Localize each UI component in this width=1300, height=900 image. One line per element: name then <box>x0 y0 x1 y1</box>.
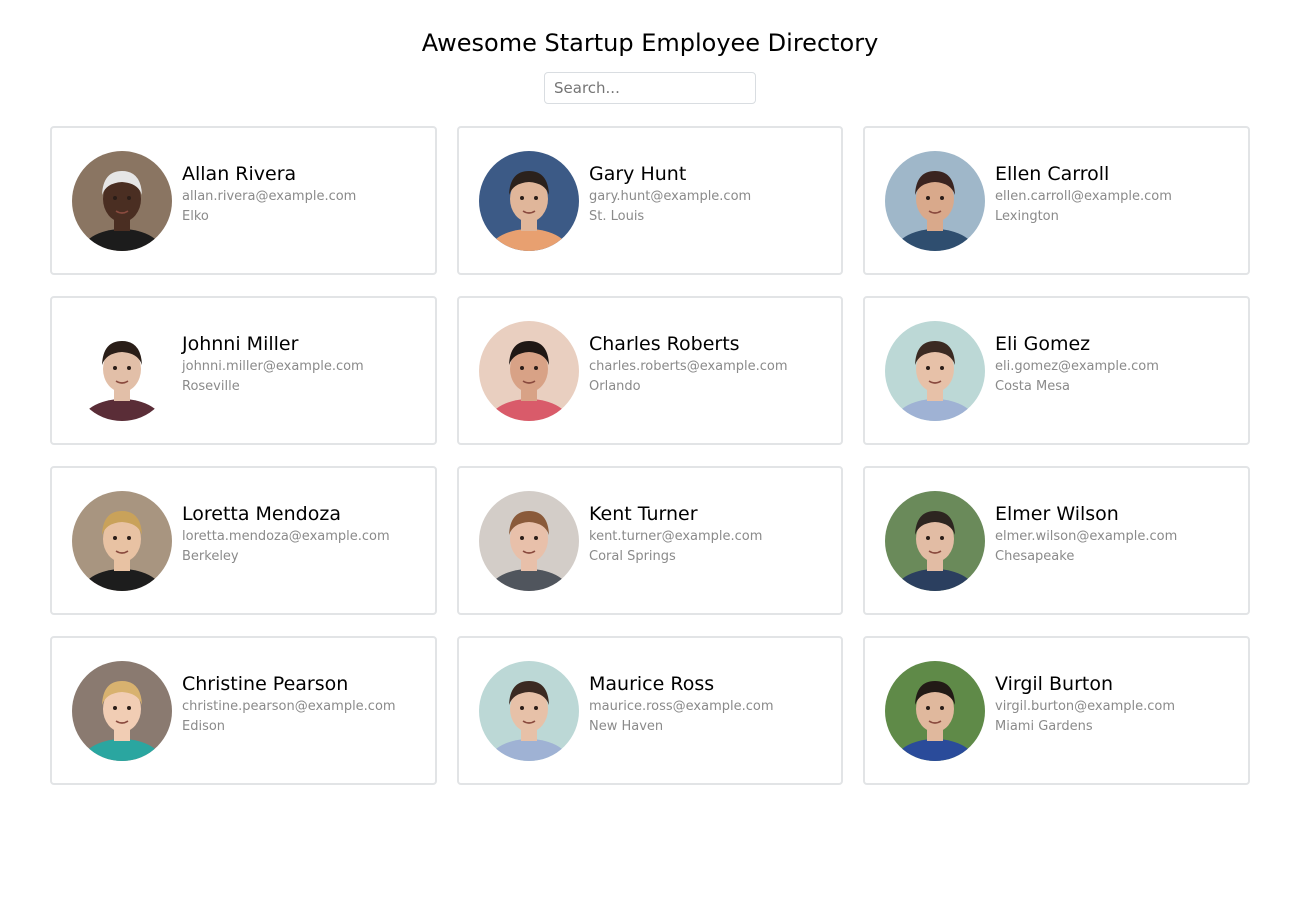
employee-name: Eli Gomez <box>995 332 1091 355</box>
employee-info: Ellen Carroll ellen.carroll@example.com Le… <box>995 161 1172 227</box>
employee-city: Chesapeake <box>995 548 1075 564</box>
employee-avatar <box>479 490 579 591</box>
employee-avatar <box>885 490 985 591</box>
search-container <box>0 72 1300 106</box>
employee-email[interactable]: charles.roberts@example.com <box>589 357 788 377</box>
employee-city: Lexington <box>995 208 1059 224</box>
employee-city: Roseville <box>182 378 240 394</box>
employee-email[interactable]: gary.hunt@example.com <box>589 187 751 207</box>
employee-avatar <box>72 320 172 421</box>
employee-email[interactable]: kent.turner@example.com <box>589 527 762 547</box>
employee-card[interactable]: Eli Gomez eli.gomez@example.com Costa Mesa <box>863 296 1250 445</box>
employee-card[interactable]: Virgil Burton virgil.burton@example.com Mi… <box>863 636 1250 785</box>
employee-avatar <box>885 660 985 761</box>
employee-info: Christine Pearson christine.pearson@examp… <box>182 671 396 737</box>
employee-email[interactable]: christine.pearson@example.com <box>182 697 396 717</box>
employee-avatar <box>72 490 172 591</box>
employee-email[interactable]: elmer.wilson@example.com <box>995 527 1177 547</box>
employee-name: Gary Hunt <box>589 162 687 185</box>
employee-info: Johnni Miller johnni.miller@example.com Ro… <box>182 331 364 397</box>
employee-card[interactable]: Elmer Wilson elmer.wilson@example.com Ches… <box>863 466 1250 615</box>
employee-avatar <box>885 320 985 421</box>
employee-city: Berkeley <box>182 548 239 564</box>
employee-email[interactable]: eli.gomez@example.com <box>995 357 1159 377</box>
employee-name: Johnni Miller <box>182 332 299 355</box>
employee-directory-page: Awesome Startup Employee Directory Allan… <box>0 0 1300 900</box>
employee-name: Ellen Carroll <box>995 162 1110 185</box>
employee-card[interactable]: Kent Turner kent.turner@example.com Coral … <box>457 466 843 615</box>
employee-email[interactable]: johnni.miller@example.com <box>182 357 364 377</box>
employee-city: Coral Springs <box>589 548 676 564</box>
employee-city: New Haven <box>589 718 664 734</box>
employee-avatar <box>72 150 172 251</box>
employee-name: Maurice Ross <box>589 672 715 695</box>
employee-avatar <box>72 660 172 761</box>
employee-city: Edison <box>182 718 226 734</box>
employee-info: Allan Rivera allan.rivera@example.com Elko <box>182 161 356 227</box>
employee-name: Charles Roberts <box>589 332 740 355</box>
employee-card[interactable]: Allan Rivera allan.rivera@example.com Elko <box>50 126 437 275</box>
employee-info: Gary Hunt gary.hunt@example.com St. Louis <box>589 161 751 227</box>
employee-info: Maurice Ross maurice.ross@example.com New … <box>589 671 774 737</box>
search-input[interactable] <box>544 72 756 104</box>
employee-name: Elmer Wilson <box>995 502 1119 525</box>
employee-info: Eli Gomez eli.gomez@example.com Costa Mesa <box>995 331 1159 397</box>
employee-info: Elmer Wilson elmer.wilson@example.com Ches… <box>995 501 1177 567</box>
employee-card[interactable]: Johnni Miller johnni.miller@example.com Ro… <box>50 296 437 445</box>
employee-email[interactable]: virgil.burton@example.com <box>995 697 1175 717</box>
employee-info: Charles Roberts charles.roberts@example.c… <box>589 331 788 397</box>
employee-email[interactable]: loretta.mendoza@example.com <box>182 527 390 547</box>
page-title: Awesome Startup Employee Directory <box>421 29 879 57</box>
employee-email[interactable]: maurice.ross@example.com <box>589 697 774 717</box>
header: Awesome Startup Employee Directory <box>0 0 1300 106</box>
employee-card[interactable]: Ellen Carroll ellen.carroll@example.com Le… <box>863 126 1250 275</box>
employee-grid: Allan Rivera allan.rivera@example.com Elko… <box>50 126 1250 785</box>
employee-avatar <box>479 660 579 761</box>
employee-info: Loretta Mendoza loretta.mendoza@example.c… <box>182 501 390 567</box>
employee-name: Loretta Mendoza <box>182 502 341 525</box>
employee-avatar <box>885 150 985 251</box>
employee-email[interactable]: allan.rivera@example.com <box>182 187 356 207</box>
employee-card[interactable]: Maurice Ross maurice.ross@example.com New … <box>457 636 843 785</box>
employee-card[interactable]: Charles Roberts charles.roberts@example.c… <box>457 296 843 445</box>
employee-avatar <box>479 150 579 251</box>
employee-name: Kent Turner <box>589 502 698 525</box>
employee-avatar <box>479 320 579 421</box>
employee-info: Kent Turner kent.turner@example.com Coral … <box>589 501 762 567</box>
employee-name: Christine Pearson <box>182 672 349 695</box>
employee-name: Allan Rivera <box>182 162 297 185</box>
employee-city: Orlando <box>589 378 641 394</box>
employee-card[interactable]: Gary Hunt gary.hunt@example.com St. Louis <box>457 126 843 275</box>
employee-city: Elko <box>182 208 209 224</box>
employee-card[interactable]: Loretta Mendoza loretta.mendoza@example.c… <box>50 466 437 615</box>
employee-info: Virgil Burton virgil.burton@example.com Mi… <box>995 671 1175 737</box>
employee-name: Virgil Burton <box>995 672 1113 695</box>
employee-email[interactable]: ellen.carroll@example.com <box>995 187 1172 207</box>
employee-city: Costa Mesa <box>995 378 1070 394</box>
employee-card[interactable]: Christine Pearson christine.pearson@examp… <box>50 636 437 785</box>
employee-city: St. Louis <box>589 208 645 224</box>
employee-city: Miami Gardens <box>995 718 1093 734</box>
